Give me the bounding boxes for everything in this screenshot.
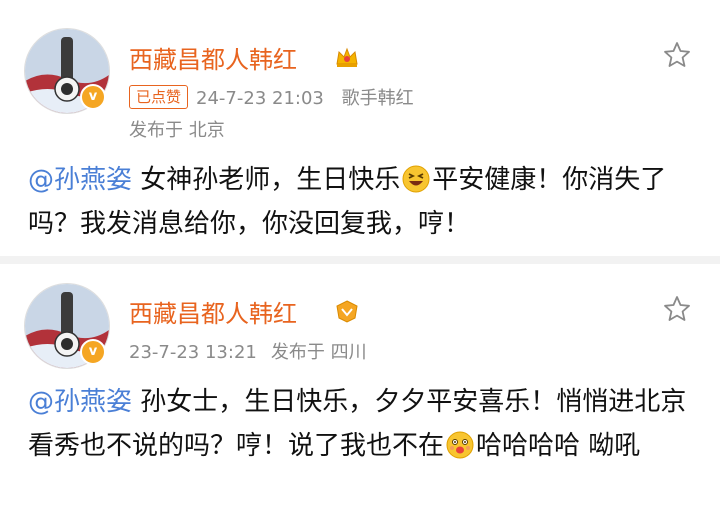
crown-icon (336, 300, 358, 323)
star-icon[interactable] (662, 294, 692, 324)
post-content: @孙燕姿 女神孙老师，生日快乐 平安健康！你消失了吗？我发消息给你，你没回复我，… (28, 158, 703, 246)
weibo-post: v 西藏昌都人韩红 已点赞 24-7-23 21:03 歌手韩红 发布于 北京 @… (0, 0, 720, 256)
post-source[interactable]: 歌手韩红 (342, 88, 414, 109)
mention-link[interactable]: @孙燕姿 (28, 165, 132, 195)
star-icon[interactable] (662, 40, 692, 70)
liked-badge[interactable]: 已点赞 (129, 85, 189, 109)
crown-icon (336, 47, 358, 67)
post-text: 女神孙老师，生日快乐 (132, 165, 401, 195)
timestamp: 23-7-23 13:21 (129, 342, 257, 363)
grinning-squint-emoji-icon (402, 165, 430, 193)
post-location: 发布于 四川 (270, 342, 367, 363)
post-location: 发布于 北京 (129, 120, 225, 141)
post-meta: 已点赞 24-7-23 21:03 歌手韩红 (129, 84, 414, 110)
weibo-post: v 西藏昌都人韩红 23-7-23 13:21 发布于 四川 @孙燕姿 孙女士，生… (0, 264, 720, 526)
post-separator (0, 256, 720, 264)
mention-link[interactable]: @孙燕姿 (28, 387, 132, 417)
username[interactable]: 西藏昌都人韩红 (129, 40, 297, 75)
verified-badge-icon: v (80, 84, 106, 110)
post-meta: 23-7-23 13:21 发布于 四川 (129, 338, 367, 364)
timestamp: 24-7-23 21:03 (196, 88, 324, 109)
verified-badge-icon: v (80, 339, 106, 365)
post-text: 哈哈哈哈 呦吼 (476, 431, 641, 461)
tongue-face-emoji-icon (446, 431, 474, 459)
username[interactable]: 西藏昌都人韩红 (129, 294, 297, 329)
post-content: @孙燕姿 孙女士，生日快乐，夕夕平安喜乐！悄悄进北京看秀也不说的吗？哼！说了我也… (28, 380, 703, 468)
